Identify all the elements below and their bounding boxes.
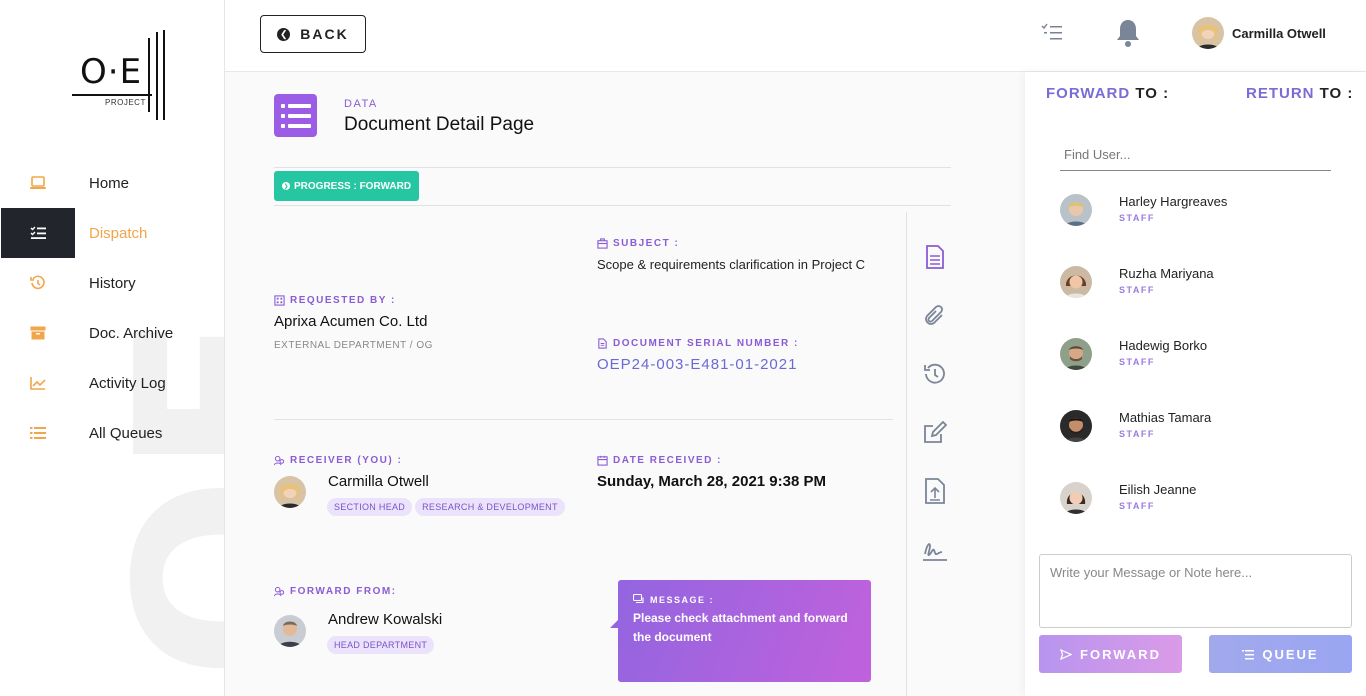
building-icon <box>274 295 285 306</box>
receiver-tags: SECTION HEAD RESEARCH & DEVELOPMENT <box>327 497 568 516</box>
bell-icon[interactable] <box>1115 18 1141 48</box>
document-toolbar <box>922 244 948 595</box>
tab-forward-to[interactable]: FORWARD TO : <box>1046 85 1169 102</box>
briefcase-icon <box>597 238 608 249</box>
sidebar-item-doc-archive[interactable]: Doc. Archive <box>0 308 224 358</box>
sidebar-item-history[interactable]: History <box>0 258 224 308</box>
tag: SECTION HEAD <box>327 498 413 516</box>
chevron-left-circle-icon: ❮ <box>277 27 291 41</box>
send-icon <box>1060 648 1073 660</box>
page-title: Document Detail Page <box>344 114 535 135</box>
subject-label: SUBJECT : <box>597 238 679 249</box>
forward-from-name: Andrew Kowalski <box>328 611 443 628</box>
sidebar-item-label: History <box>89 274 136 292</box>
calendar-icon <box>597 455 608 466</box>
avatar <box>1060 338 1092 370</box>
tab-return-to[interactable]: RETURN TO : <box>1246 85 1353 102</box>
list-check-icon <box>30 225 46 241</box>
app-root: OE O·E PROJECT Home Dispatch History Doc… <box>0 0 1366 696</box>
date-label: DATE RECEIVED : <box>597 455 722 466</box>
users-icon <box>274 455 285 466</box>
avatar <box>274 615 306 647</box>
chevron-right-circle-icon: ❯ <box>282 182 290 190</box>
receiver-name: Carmilla Otwell <box>328 473 429 490</box>
avatar <box>1060 482 1092 514</box>
signature-icon[interactable] <box>922 537 948 563</box>
list-item[interactable]: Mathias Tamara STAFF <box>1060 406 1350 478</box>
list-icon <box>30 425 46 441</box>
page-kicker: DATA <box>344 98 378 110</box>
current-user-name: Carmilla Otwell <box>1232 25 1326 41</box>
avatar <box>1060 410 1092 442</box>
list-icon <box>274 94 317 137</box>
sidebar-item-label: All Queues <box>89 424 163 442</box>
back-button[interactable]: ❮ BACK <box>260 15 366 53</box>
tag: HEAD DEPARTMENT <box>327 636 435 654</box>
sidebar-item-dispatch[interactable]: Dispatch <box>0 208 224 258</box>
app-logo[interactable]: O·E PROJECT <box>70 30 170 125</box>
list-item[interactable]: Harley Hargreaves STAFF <box>1060 190 1350 262</box>
requested-by-label: REQUESTED BY : <box>274 295 396 306</box>
list-item[interactable]: Hadewig Borko STAFF <box>1060 334 1350 406</box>
list-item[interactable]: Ruzha Mariyana STAFF <box>1060 262 1350 334</box>
divider <box>906 212 907 696</box>
avatar <box>1192 17 1224 49</box>
user-menu[interactable]: Carmilla Otwell <box>1192 17 1326 49</box>
user-list: Harley Hargreaves STAFF Ruzha Mariyana S… <box>1060 190 1350 550</box>
sidebar-item-label: Home <box>89 174 130 192</box>
divider <box>274 167 951 168</box>
status-badge: ❯ PROGRESS : FORWARD <box>274 171 420 201</box>
laptop-icon <box>30 175 46 191</box>
forward-button[interactable]: FORWARD <box>1039 635 1182 673</box>
message-note-input[interactable] <box>1039 554 1352 628</box>
sidebar-item-home[interactable]: Home <box>0 158 224 208</box>
comments-icon <box>633 594 644 604</box>
requested-by-department: EXTERNAL DEPARTMENT / OG <box>274 340 433 351</box>
paperclip-icon[interactable] <box>922 303 948 329</box>
serial-number: OEP24-003-E481-01-2021 <box>597 356 798 373</box>
forward-from-label: FORWARD FROM: <box>274 586 397 597</box>
avatar <box>1060 194 1092 226</box>
sidebar: OE O·E PROJECT Home Dispatch History Doc… <box>0 0 225 696</box>
history-icon[interactable] <box>922 361 948 387</box>
file-icon <box>598 338 607 349</box>
divider <box>274 205 951 206</box>
list-item[interactable]: Eilish Jeanne STAFF <box>1060 478 1350 550</box>
message-text: Please check attachment and forward the … <box>633 611 848 644</box>
sidebar-item-label: Doc. Archive <box>89 324 174 342</box>
search-input[interactable] <box>1060 139 1331 171</box>
date-received: Sunday, March 28, 2021 9:38 PM <box>597 473 826 490</box>
message-label: MESSAGE : <box>633 594 856 605</box>
sidebar-nav: Home Dispatch History Doc. Archive Activ… <box>0 158 224 458</box>
top-bar: ❮ BACK Carmilla Otwell <box>225 0 1366 72</box>
archive-icon <box>30 325 46 341</box>
list-icon <box>1242 649 1255 659</box>
sidebar-item-label: Dispatch <box>89 224 148 242</box>
sidebar-item-all-queues[interactable]: All Queues <box>0 408 224 458</box>
document-detail: DATA Document Detail Page ❯ PROGRESS : F… <box>225 72 1025 696</box>
message-bubble: MESSAGE : Please check attachment and fo… <box>610 580 871 682</box>
forward-from-tags: HEAD DEPARTMENT <box>327 635 437 654</box>
sidebar-item-activity-log[interactable]: Activity Log <box>0 358 224 408</box>
divider <box>274 419 893 420</box>
sidebar-item-label: Activity Log <box>89 374 166 392</box>
logo-text: O·E <box>80 52 143 92</box>
logo-subtext: PROJECT <box>105 98 146 107</box>
requested-by-value: Aprixa Acumen Co. Ltd <box>274 313 428 330</box>
upload-file-icon[interactable] <box>922 478 948 504</box>
task-list-icon[interactable] <box>1041 22 1063 44</box>
chart-line-icon <box>30 375 46 391</box>
history-icon <box>30 275 46 291</box>
avatar <box>1060 266 1092 298</box>
edit-icon[interactable] <box>922 420 948 446</box>
queue-button[interactable]: QUEUE <box>1209 635 1352 673</box>
serial-label: DOCUMENT SERIAL NUMBER : <box>597 338 799 349</box>
document-icon[interactable] <box>922 244 948 270</box>
avatar <box>274 476 306 508</box>
tag: RESEARCH & DEVELOPMENT <box>415 498 565 516</box>
forward-panel: FORWARD TO : RETURN TO : Harley Hargreav… <box>1025 72 1366 696</box>
subject-value: Scope & requirements clarification in Pr… <box>597 257 866 272</box>
receiver-label: RECEIVER (YOU) : <box>274 455 402 466</box>
users-icon <box>274 586 285 597</box>
